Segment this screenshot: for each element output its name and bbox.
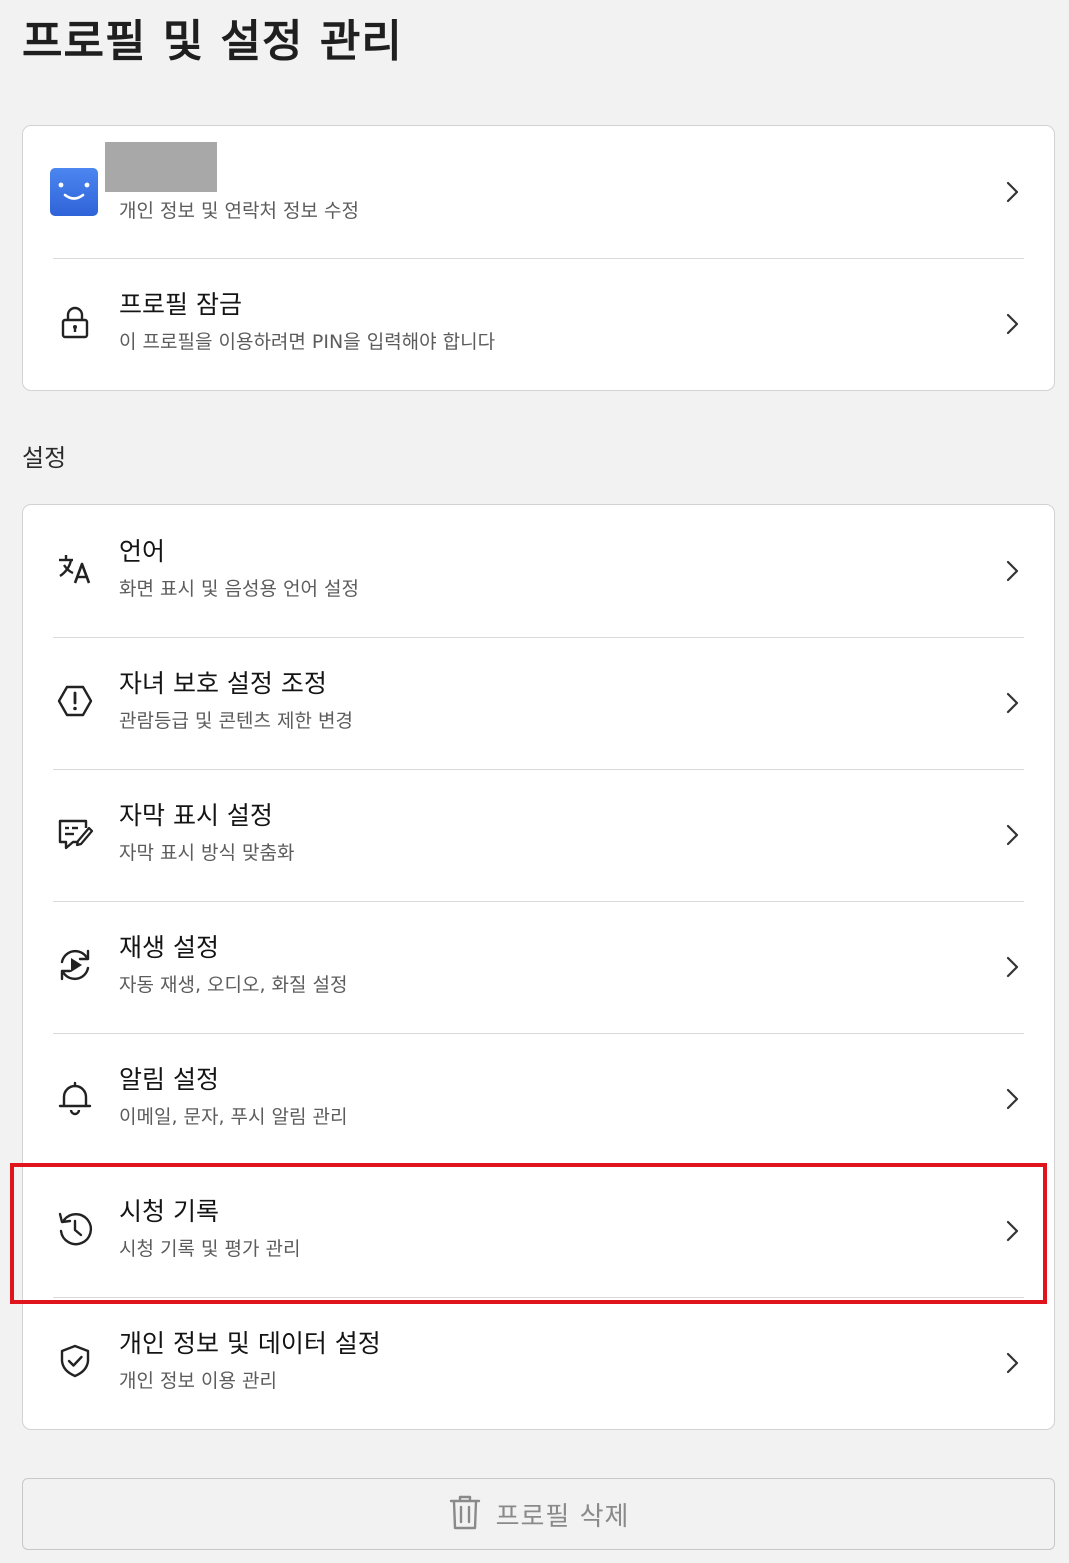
profile-card: 개인 정보 및 연락처 정보 수정 프로필 잠금 이 프로필을 이용하려면 PI… xyxy=(22,125,1055,391)
settings-item-subtitle: 시청 기록 및 평가 관리 xyxy=(119,1238,301,1260)
settings-item-subtitle: 자동 재생, 오디오, 화질 설정 xyxy=(119,974,348,996)
chevron-right-icon xyxy=(998,1085,1026,1113)
autoplay-icon xyxy=(53,943,97,987)
profile-name-redacted xyxy=(105,142,217,192)
settings-card: 언어 화면 표시 및 음성용 언어 설정 자녀 보호 설정 조정 관람등급 및 … xyxy=(22,504,1055,1430)
profile-lock-title: 프로필 잠금 xyxy=(119,290,242,319)
chevron-right-icon xyxy=(998,689,1026,717)
settings-item-subtitle: 이메일, 문자, 푸시 알림 관리 xyxy=(119,1106,348,1128)
history-icon xyxy=(53,1207,97,1251)
trash-icon xyxy=(448,1493,482,1535)
settings-item-title: 개인 정보 및 데이터 설정 xyxy=(119,1329,381,1358)
settings-item-parental-controls[interactable]: 자녀 보호 설정 조정 관람등급 및 콘텐츠 제한 변경 xyxy=(23,637,1054,769)
settings-item-subtitle: 화면 표시 및 음성용 언어 설정 xyxy=(119,578,359,600)
profile-lock-subtitle: 이 프로필을 이용하려면 PIN을 입력해야 합니다 xyxy=(119,331,496,353)
chevron-right-icon xyxy=(998,557,1026,585)
settings-item-subtitles[interactable]: 자막 표시 설정 자막 표시 방식 맞춤화 xyxy=(23,769,1054,901)
settings-item-title: 재생 설정 xyxy=(119,933,219,962)
settings-section-label: 설정 xyxy=(22,444,67,472)
profile-account-row[interactable]: 개인 정보 및 연락처 정보 수정 xyxy=(23,126,1054,258)
settings-item-notifications[interactable]: 알림 설정 이메일, 문자, 푸시 알림 관리 xyxy=(23,1033,1054,1165)
warning-hexagon-icon xyxy=(53,679,97,723)
shield-check-icon xyxy=(53,1339,97,1383)
settings-item-subtitle: 개인 정보 이용 관리 xyxy=(119,1370,277,1392)
smiley-avatar-icon xyxy=(50,168,98,216)
settings-item-subtitle: 자막 표시 방식 맞춤화 xyxy=(119,842,295,864)
chevron-right-icon xyxy=(998,821,1026,849)
page-title: 프로필 및 설정 관리 xyxy=(22,16,403,67)
settings-item-title: 언어 xyxy=(119,537,166,566)
chevron-right-icon xyxy=(998,178,1026,206)
delete-profile-button[interactable]: 프로필 삭제 xyxy=(22,1478,1055,1550)
settings-item-title: 자막 표시 설정 xyxy=(119,801,273,830)
profile-lock-row[interactable]: 프로필 잠금 이 프로필을 이용하려면 PIN을 입력해야 합니다 xyxy=(23,258,1054,390)
settings-item-language[interactable]: 언어 화면 표시 및 음성용 언어 설정 xyxy=(23,505,1054,637)
settings-item-subtitle: 관람등급 및 콘텐츠 제한 변경 xyxy=(119,710,353,732)
profile-account-subtitle: 개인 정보 및 연락처 정보 수정 xyxy=(119,200,359,222)
chevron-right-icon xyxy=(998,310,1026,338)
delete-profile-label: 프로필 삭제 xyxy=(495,1501,630,1532)
subtitle-edit-icon xyxy=(53,811,97,855)
translate-icon xyxy=(53,547,97,591)
settings-item-privacy[interactable]: 개인 정보 및 데이터 설정 개인 정보 이용 관리 xyxy=(23,1297,1054,1429)
chevron-right-icon xyxy=(998,953,1026,981)
bell-icon xyxy=(53,1075,97,1119)
settings-item-title: 시청 기록 xyxy=(119,1197,219,1226)
chevron-right-icon xyxy=(998,1349,1026,1377)
settings-item-title: 알림 설정 xyxy=(119,1065,219,1094)
chevron-right-icon xyxy=(998,1217,1026,1245)
settings-item-viewing-history[interactable]: 시청 기록 시청 기록 및 평가 관리 xyxy=(23,1165,1054,1297)
settings-item-title: 자녀 보호 설정 조정 xyxy=(119,669,327,698)
settings-item-playback[interactable]: 재생 설정 자동 재생, 오디오, 화질 설정 xyxy=(23,901,1054,1033)
lock-icon xyxy=(53,300,97,344)
